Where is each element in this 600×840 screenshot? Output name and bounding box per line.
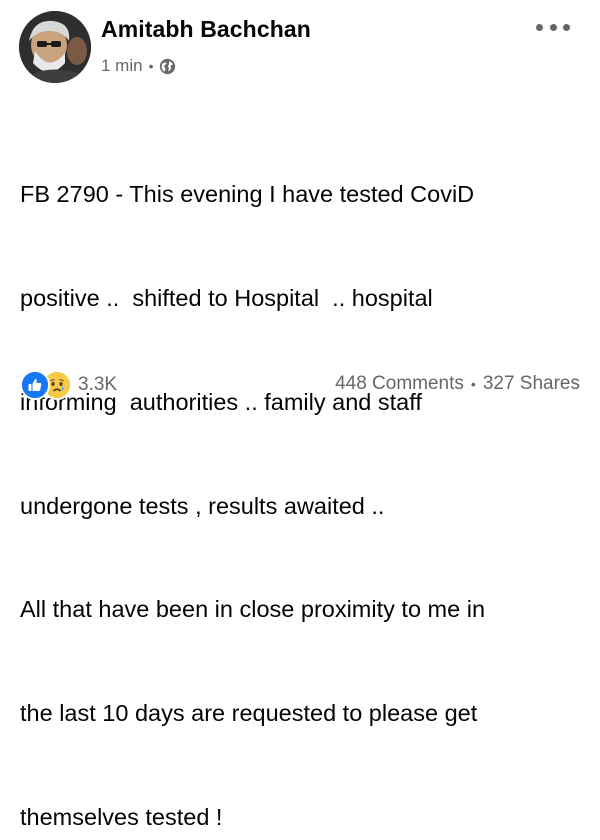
post-text-line: positive .. shifted to Hospital .. hospi…: [20, 284, 433, 311]
more-dot: [563, 23, 570, 31]
post-time[interactable]: 1 min: [101, 56, 143, 76]
shares-count[interactable]: 327 Shares: [483, 373, 580, 395]
post-text-line: themselves tested !: [20, 803, 223, 830]
post-text-line: the last 10 days are requested to please…: [20, 700, 478, 727]
engagement-stats: 448 Comments • 327 Shares: [335, 373, 580, 395]
post-text-line: FB 2790 - This evening I have tested Cov…: [20, 181, 475, 208]
post-body: FB 2790 - This evening I have tested Cov…: [20, 108, 590, 840]
meta-separator: •: [148, 58, 154, 74]
globe-icon[interactable]: [159, 58, 176, 75]
post-text-line: All that have been in close proximity to…: [20, 596, 486, 623]
more-dot: [536, 23, 543, 31]
like-icon: [20, 370, 50, 400]
reactions-summary[interactable]: 3.3K: [20, 370, 117, 400]
comments-count[interactable]: 448 Comments: [335, 373, 464, 395]
post-meta: 1 min •: [101, 56, 176, 76]
more-dot: [549, 23, 557, 31]
avatar[interactable]: [19, 11, 91, 83]
post-footer: 3.3K 448 Comments • 327 Shares: [0, 366, 600, 402]
more-options-icon[interactable]: [536, 20, 570, 34]
post-text-line: undergone tests , results awaited ..: [20, 492, 385, 519]
reaction-count: 3.3K: [78, 374, 118, 395]
post-header: Amitabh Bachchan 1 min •: [0, 0, 600, 90]
stats-separator: •: [470, 376, 476, 392]
author-name[interactable]: Amitabh Bachchan: [101, 16, 311, 43]
